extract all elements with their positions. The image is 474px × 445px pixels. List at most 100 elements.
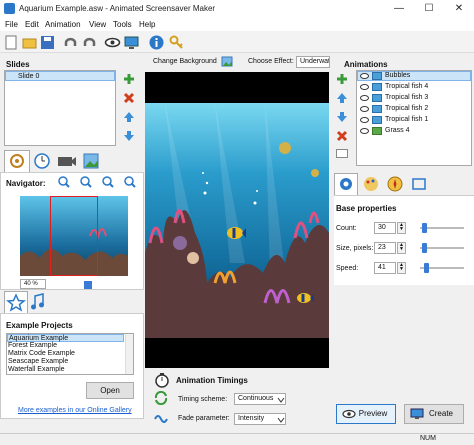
move-up-icon[interactable] [123,111,135,123]
size-label: Size, pixels: [336,245,374,252]
slides-list[interactable] [4,70,116,146]
change-background-button[interactable]: Change Background [153,58,217,65]
choose-effect-label: Choose Effect: [248,58,294,65]
timings-title: Animation Timings [176,376,248,385]
compass-icon[interactable] [386,176,404,192]
num-lock-indicator: NUM [420,435,436,442]
tab-examples[interactable] [4,291,28,313]
menu-edit[interactable]: Edit [25,20,39,29]
eye-icon[interactable] [360,128,369,134]
app-icon [4,3,15,14]
save-icon[interactable] [39,34,56,51]
music-icon[interactable] [30,293,46,311]
size-slider-thumb[interactable] [422,243,428,253]
count-input[interactable]: 30 [374,222,396,234]
speed-input[interactable]: 41 [374,262,396,274]
eye-icon[interactable] [360,106,369,112]
window-title: Aquarium Example.asw - Animated Screensa… [19,4,216,13]
zoom-actual-icon[interactable] [124,176,136,188]
examples-title: Example Projects [6,321,73,330]
bubbles-icon [372,72,382,80]
new-file-icon[interactable] [3,34,20,51]
speed-label: Speed: [336,265,359,272]
status-bar [0,433,474,445]
palette-icon[interactable] [362,176,380,192]
menu-view[interactable]: View [89,20,106,29]
animation-item-tropical-fish-1[interactable]: Tropical fish 1 [385,116,428,126]
example-item-aquarium[interactable]: Aquarium Example [7,334,124,342]
fish-icon [372,94,382,102]
animations-title: Animations [344,60,388,69]
count-slider-thumb[interactable] [422,223,428,233]
navigator-title: Navigator: [6,179,46,188]
animation-item-grass-4[interactable]: Grass 4 [385,127,410,137]
tab-camera-icon[interactable] [56,152,78,170]
move-down-icon[interactable] [123,130,135,142]
online-gallery-link[interactable]: More examples in our Online Gallery [18,407,132,414]
info-icon[interactable] [148,34,165,51]
animation-item-tropical-fish-3[interactable]: Tropical fish 3 [385,94,428,104]
menu-file[interactable]: File [5,20,18,29]
tab-image-icon[interactable] [82,152,100,170]
zoom-fit-icon[interactable] [102,176,114,188]
create-screensaver-icon[interactable] [123,34,140,51]
redo-icon[interactable] [81,34,98,51]
size-input[interactable]: 23 [374,242,396,254]
eye-icon[interactable] [360,73,369,79]
effect-select[interactable]: Underwat [296,56,330,68]
slide-item[interactable]: Slide 0 [5,71,115,81]
zoom-out-icon[interactable] [80,176,92,188]
menu-animation[interactable]: Animation [45,20,81,29]
fade-parameter-label: Fade parameter: [178,415,230,422]
delete-animation-icon[interactable] [336,130,348,142]
preview-eye-icon[interactable] [104,34,121,51]
layers-icon[interactable] [336,149,348,158]
menu-tools[interactable]: Tools [113,20,132,29]
maximize-button[interactable]: ☐ [414,0,444,18]
menu-help[interactable]: Help [139,20,155,29]
eye-icon[interactable] [360,84,369,90]
timing-scheme-label: Timing scheme: [178,396,228,403]
animation-item-tropical-fish-4[interactable]: Tropical fish 4 [385,83,428,93]
count-stepper[interactable]: ▲ ▼ [397,222,406,234]
eye-icon[interactable] [360,117,369,123]
timer-icon [154,372,170,388]
open-button[interactable]: Open [86,382,134,399]
minimize-button[interactable]: — [384,0,414,18]
tropical-fish-sprite[interactable] [226,226,246,240]
tab-base-properties[interactable] [334,173,358,195]
eye-icon[interactable] [360,95,369,101]
navigator-viewport[interactable] [50,196,98,276]
zoom-in-icon[interactable] [58,176,70,188]
tropical-fish-sprite-2[interactable] [296,292,314,304]
close-button[interactable]: ✕ [444,0,474,18]
examples-scrollbar[interactable] [125,334,133,374]
chevron-down-icon [277,416,285,424]
move-up-icon[interactable] [336,92,348,104]
speed-stepper[interactable]: ▲ ▼ [397,262,406,274]
repeat-icon [154,391,168,405]
animation-item-bubbles[interactable]: Bubbles [385,72,410,82]
background-image-icon[interactable] [221,56,233,67]
delete-slide-icon[interactable] [123,92,135,104]
eye-icon [342,409,356,419]
key-icon[interactable] [168,34,185,51]
fish-icon [372,116,382,124]
example-item-matrix[interactable]: Matrix Code Example [8,350,75,358]
undo-icon[interactable] [62,34,79,51]
size-stepper[interactable]: ▲ ▼ [397,242,406,254]
fish-icon [372,83,382,91]
open-folder-icon[interactable] [21,34,38,51]
move-down-icon[interactable] [336,111,348,123]
tab-objects[interactable] [4,150,30,172]
tab-clock-icon[interactable] [32,152,52,170]
example-item-seascape[interactable]: Seascape Example [8,358,68,366]
resize-icon[interactable] [410,176,428,192]
zoom-slider-thumb[interactable] [84,281,92,289]
add-animation-icon[interactable] [336,73,348,85]
example-item-forest[interactable]: Forest Example [8,342,57,350]
add-slide-icon[interactable] [123,73,135,85]
speed-slider-thumb[interactable] [424,263,430,273]
animation-item-tropical-fish-2[interactable]: Tropical fish 2 [385,105,428,115]
example-item-waterfall[interactable]: Waterfall Example [8,366,65,374]
